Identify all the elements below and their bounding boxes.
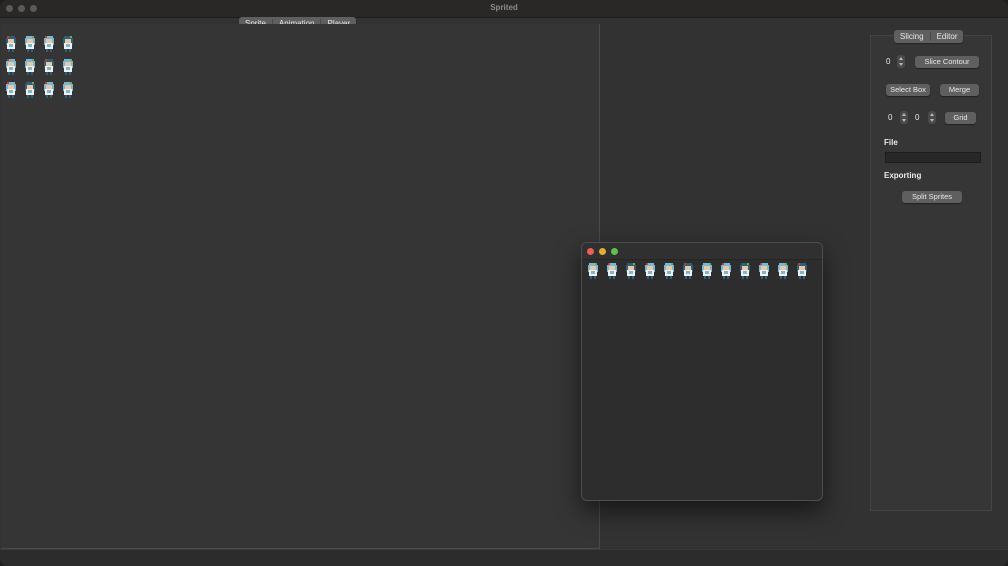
chevron-down-icon bbox=[899, 63, 903, 66]
contour-stepper[interactable] bbox=[897, 55, 905, 68]
preview-sprite bbox=[584, 260, 602, 280]
split-sprites-button[interactable]: Split Sprites bbox=[902, 191, 962, 203]
preview-sprite bbox=[698, 260, 716, 280]
tab-editor[interactable]: Editor bbox=[931, 30, 964, 43]
exporting-label: Exporting bbox=[884, 171, 922, 180]
sprite-right-4 bbox=[60, 79, 76, 99]
preview-title-bar bbox=[582, 243, 822, 260]
tab-slicing[interactable]: Slicing bbox=[894, 30, 930, 43]
preview-sprite bbox=[736, 260, 754, 280]
preview-zoom-button[interactable] bbox=[611, 248, 618, 255]
sprite-right-3 bbox=[41, 79, 57, 99]
preview-sprite bbox=[660, 260, 678, 280]
file-path-field[interactable] bbox=[885, 152, 981, 163]
preview-close-button[interactable] bbox=[587, 248, 594, 255]
sprite-left-3 bbox=[41, 56, 57, 76]
chevron-up-icon bbox=[899, 57, 903, 60]
contour-value[interactable]: 0 bbox=[886, 57, 890, 66]
grid-y-stepper[interactable] bbox=[928, 111, 936, 124]
slice-contour-button[interactable]: Slice Contour bbox=[915, 56, 979, 68]
preview-sprite bbox=[679, 260, 697, 280]
preview-minimize-button[interactable] bbox=[599, 248, 606, 255]
preview-sprite bbox=[641, 260, 659, 280]
preview-sprite bbox=[603, 260, 621, 280]
merge-button[interactable]: Merge bbox=[940, 84, 979, 96]
grid-button[interactable]: Grid bbox=[945, 112, 976, 124]
preview-window[interactable] bbox=[581, 242, 823, 501]
sprite-right-2 bbox=[22, 79, 38, 99]
chevron-down-icon bbox=[902, 119, 906, 122]
status-bar bbox=[0, 549, 1008, 566]
window-title: Sprited bbox=[490, 3, 518, 12]
sprite-left-1 bbox=[3, 56, 19, 76]
title-bar: Sprited bbox=[0, 0, 1008, 18]
app-window: Sprited Sprite Animation Player bbox=[0, 0, 1008, 566]
preview-sprite bbox=[622, 260, 640, 280]
file-label: File bbox=[884, 138, 898, 147]
preview-sprite bbox=[717, 260, 735, 280]
preview-sprite bbox=[774, 260, 792, 280]
preview-sprite bbox=[755, 260, 773, 280]
grid-x-stepper[interactable] bbox=[900, 111, 908, 124]
tools-panel: Slicing Editor 0 Slice Contour Select Bo… bbox=[870, 30, 992, 511]
panel-tabs: Slicing Editor bbox=[894, 30, 964, 43]
sprite-down-2 bbox=[22, 33, 38, 53]
sprite-sheet-image[interactable] bbox=[3, 33, 78, 101]
sprite-down-4 bbox=[60, 33, 76, 53]
sprite-down-3 bbox=[41, 33, 57, 53]
sprite-left-2 bbox=[22, 56, 38, 76]
sprite-strip bbox=[584, 260, 811, 280]
chevron-up-icon bbox=[902, 113, 906, 116]
grid-x-value[interactable]: 0 bbox=[888, 113, 892, 122]
preview-sprite bbox=[793, 260, 811, 280]
grid-y-value[interactable]: 0 bbox=[915, 113, 919, 122]
sprite-right-1 bbox=[3, 79, 19, 99]
chevron-down-icon bbox=[930, 119, 934, 122]
sprite-canvas[interactable] bbox=[1, 24, 600, 549]
select-box-button[interactable]: Select Box bbox=[886, 84, 930, 96]
sprite-down-1 bbox=[3, 33, 19, 53]
sprite-left-4 bbox=[60, 56, 76, 76]
chevron-up-icon bbox=[930, 113, 934, 116]
